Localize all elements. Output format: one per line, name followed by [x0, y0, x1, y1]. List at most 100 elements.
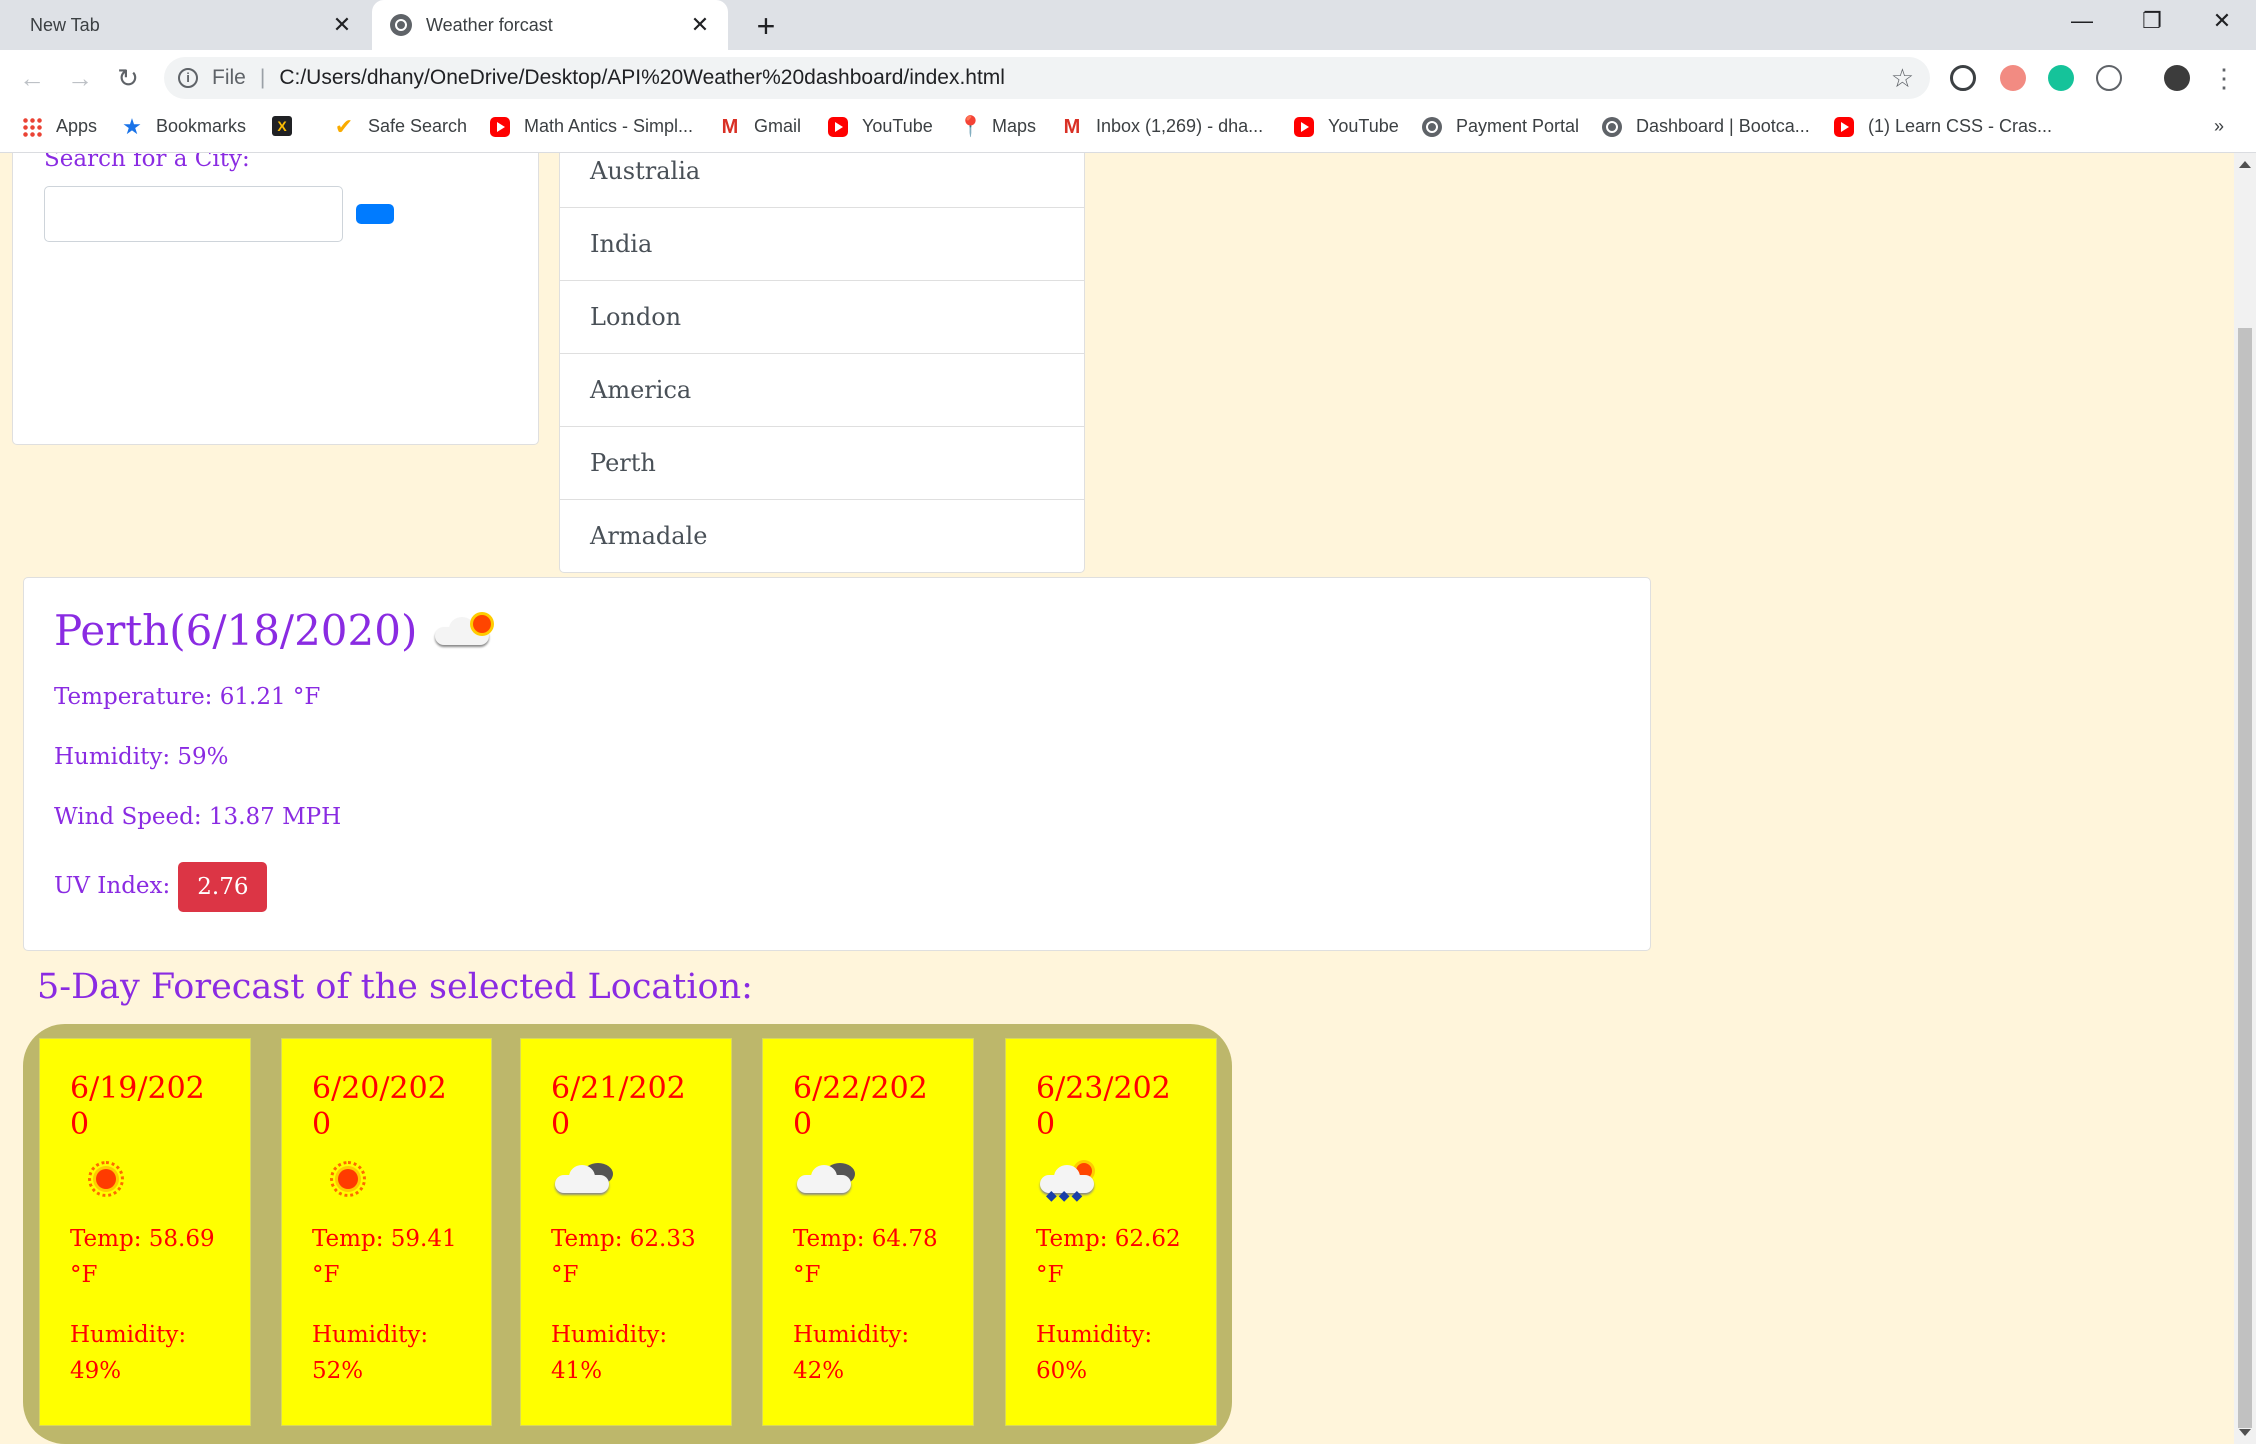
vertical-scrollbar[interactable]	[2234, 153, 2256, 1444]
sun-icon	[330, 1161, 366, 1197]
current-wind-speed: Wind Speed: 13.87 MPH	[54, 804, 342, 830]
bookmark-inbox[interactable]: M Inbox (1,269) - dha...	[1062, 116, 1263, 137]
extension-x-icon: X	[272, 116, 292, 136]
youtube-icon	[490, 116, 510, 137]
youtube-icon	[1294, 116, 1314, 137]
restore-icon[interactable]: ❐	[2132, 8, 2172, 34]
bookmark-label: YouTube	[1328, 116, 1399, 136]
bookmarks-overflow-chevron-icon[interactable]: »	[2214, 116, 2224, 137]
info-icon[interactable]: i	[178, 68, 198, 88]
menu-kebab-icon[interactable]: ⋮	[2206, 60, 2242, 96]
search-label: Search for a City:	[44, 153, 250, 172]
current-humidity: Humidity: 59%	[54, 744, 229, 770]
scroll-down-icon[interactable]	[2239, 1429, 2251, 1436]
city-history-list: Australia India London America Perth Arm…	[559, 153, 1085, 573]
forecast-temp: Temp: 58.69 °F	[70, 1226, 215, 1288]
forecast-date: 6/22/2020	[793, 1071, 928, 1142]
city-item-america[interactable]: America	[560, 353, 1084, 426]
window-close-icon[interactable]: ✕	[2202, 8, 2242, 34]
city-item-london[interactable]: London	[560, 280, 1084, 353]
scroll-up-icon[interactable]	[2239, 161, 2251, 168]
bookmark-youtube[interactable]: YouTube	[828, 116, 933, 137]
bookmark-safe-search[interactable]: ✔ Safe Search	[334, 113, 468, 139]
current-temperature: Temperature: 61.21 °F	[54, 684, 321, 710]
forecast-card: 6/21/2020 Temp: 62.33 °F Humidity: 41%	[520, 1038, 732, 1426]
bookmark-label: YouTube	[862, 116, 933, 136]
bookmark-maps[interactable]: 📍 Maps	[958, 116, 1036, 137]
star-icon: ★	[122, 113, 142, 139]
address-separator: |	[259, 66, 266, 89]
bookmark-label: Bookmarks	[156, 116, 247, 136]
check-icon: ✔	[334, 113, 354, 139]
current-weather-card: Perth(6/18/2020) Temperature: 61.21 °F H…	[23, 577, 1651, 951]
profile-avatar[interactable]	[2164, 65, 2190, 91]
tab-strip: New Tab ✕ Weather forcast ✕ + — ❐ ✕	[0, 0, 2256, 50]
bookmark-bookmarks[interactable]: ★ Bookmarks	[122, 113, 247, 139]
bookmark-label: Inbox (1,269) - dha...	[1096, 116, 1264, 136]
bookmark-label: Dashboard | Bootca...	[1636, 116, 1810, 136]
tab-new-tab[interactable]: New Tab ✕	[0, 0, 370, 50]
forecast-container: 6/19/2020 Temp: 58.69 °F Humidity: 49% 6…	[23, 1024, 1232, 1444]
uv-index-badge: 2.76	[178, 862, 268, 912]
city-item-armadale[interactable]: Armadale	[560, 499, 1084, 572]
bookmark-label: Maps	[992, 116, 1037, 136]
city-item-perth[interactable]: Perth	[560, 426, 1084, 499]
gmail-icon: M	[721, 115, 739, 138]
search-button[interactable]	[356, 204, 394, 224]
bookmark-apps[interactable]: Apps	[22, 116, 97, 137]
bookmark-label: Gmail	[754, 116, 802, 136]
forecast-card: 6/20/2020 Temp: 59.41 °F Humidity: 52%	[281, 1038, 492, 1426]
close-icon[interactable]: ✕	[686, 12, 714, 38]
forward-arrow-icon[interactable]: →	[62, 60, 98, 96]
bookmark-star-icon[interactable]: ☆	[1891, 63, 1914, 94]
forecast-temp: Temp: 62.33 °F	[551, 1226, 696, 1288]
forecast-heading: 5-Day Forecast of the selected Location:	[37, 967, 753, 1007]
bookmark-dashboard[interactable]: Dashboard | Bootca...	[1602, 116, 1810, 137]
bookmark-payment-portal[interactable]: Payment Portal	[1422, 116, 1579, 137]
bookmark-label: Apps	[56, 116, 98, 136]
bookmark-gmail[interactable]: M Gmail	[720, 116, 801, 137]
rain-icon: ◆◆◆	[1036, 1163, 1100, 1203]
forecast-date: 6/21/2020	[551, 1071, 686, 1142]
minimize-icon[interactable]: —	[2062, 8, 2102, 34]
city-item-india[interactable]: India	[560, 207, 1084, 280]
forecast-humidity: Humidity: 41%	[551, 1322, 668, 1384]
gmail-icon: M	[1063, 115, 1081, 138]
globe-icon	[390, 14, 412, 36]
reload-icon[interactable]: ↻	[110, 60, 146, 96]
tab-weather-forcast[interactable]: Weather forcast ✕	[372, 0, 728, 50]
globe-icon	[1602, 116, 1622, 137]
uv-index-label: UV Index:	[54, 873, 171, 899]
city-search-input[interactable]	[44, 186, 343, 242]
address-url: C:/Users/dhany/OneDrive/Desktop/API%20We…	[279, 66, 1005, 89]
bookmark-label: Safe Search	[368, 116, 468, 136]
scrollbar-thumb[interactable]	[2238, 328, 2252, 1428]
grammarly-icon[interactable]	[2048, 65, 2074, 91]
tab-title: Weather forcast	[426, 14, 553, 35]
forecast-date: 6/19/2020	[70, 1071, 205, 1142]
forecast-humidity: Humidity: 60%	[1036, 1322, 1153, 1384]
city-item-australia[interactable]: Australia	[560, 153, 1084, 207]
new-tab-plus-icon[interactable]: +	[748, 8, 784, 45]
bookmark-extension-x[interactable]: X	[272, 116, 306, 136]
extension-headphones-icon[interactable]	[1950, 65, 1976, 91]
bookmark-learn-css[interactable]: (1) Learn CSS - Cras...	[1834, 116, 2052, 137]
forecast-card: 6/22/2020 Temp: 64.78 °F Humidity: 42%	[762, 1038, 974, 1426]
sun-icon	[88, 1161, 124, 1197]
youtube-icon	[828, 116, 848, 137]
bookmark-youtube-2[interactable]: YouTube	[1294, 116, 1399, 137]
back-arrow-icon[interactable]: ←	[14, 60, 50, 96]
extension-arrow-icon[interactable]	[2000, 65, 2026, 91]
extension-code-icon[interactable]	[2096, 65, 2122, 91]
forecast-humidity: Humidity: 52%	[312, 1322, 429, 1384]
forecast-humidity: Humidity: 49%	[70, 1322, 187, 1384]
current-weather-title: Perth(6/18/2020)	[54, 606, 495, 655]
tab-title: New Tab	[30, 14, 100, 35]
bookmark-math-antics[interactable]: Math Antics - Simpl...	[490, 116, 693, 137]
cloudy-icon	[551, 1163, 615, 1195]
close-icon[interactable]: ✕	[328, 12, 356, 38]
page-viewport: Search for a City: Australia India Londo…	[0, 153, 2234, 1444]
forecast-date: 6/23/2020	[1036, 1071, 1171, 1142]
address-bar[interactable]: i File | C:/Users/dhany/OneDrive/Desktop…	[164, 57, 1930, 99]
maps-icon: 📍	[958, 115, 983, 138]
